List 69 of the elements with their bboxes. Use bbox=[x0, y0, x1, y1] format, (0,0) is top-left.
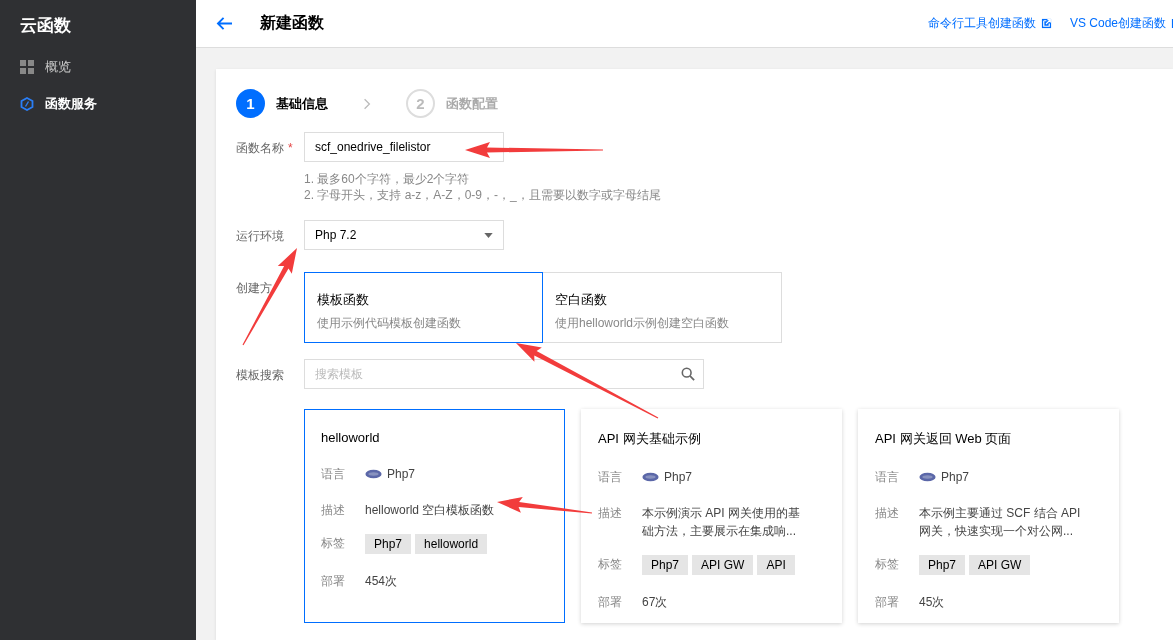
template-card[interactable]: API 网关基础示例 语言 Php7 描述 本示例演示 API 网关使用的基础方法，主要展示在集成响... 标签 Php7 API GW API 部署 67次 bbox=[581, 409, 842, 623]
option-description: 使用示例代码模板创建函数 bbox=[317, 315, 462, 332]
function-name-field[interactable]: scf_onedrive_filelistor bbox=[304, 132, 504, 162]
option-description: 使用helloworld示例创建空白函数 bbox=[555, 315, 731, 332]
page-title: 新建函数 bbox=[260, 13, 324, 33]
field-label: 模板搜索 bbox=[236, 368, 284, 382]
language-value: Php7 bbox=[387, 466, 416, 483]
field-label: 语言 bbox=[598, 469, 623, 486]
step-number: 2 bbox=[406, 89, 435, 118]
sidebar-item[interactable]: 函数服务 bbox=[0, 85, 196, 122]
field-label: 描述 bbox=[321, 502, 346, 519]
template-description: 本示例主要通过 SCF 结合 API 网关，快速实现一个对公网... bbox=[919, 505, 1082, 540]
field-label: 运行环境 bbox=[236, 229, 284, 243]
hint-text: 1. 最多60个字符，最少2个字符 bbox=[304, 171, 471, 187]
creation-option[interactable]: 模板函数 使用示例代码模板创建函数 bbox=[304, 272, 543, 343]
hint-text: 2. 字母开头，支持 a-z，A-Z，0-9，-，_，且需要以数字或字母结尾 bbox=[304, 187, 661, 203]
creation-option[interactable]: 空白函数 使用helloworld示例创建空白函数 bbox=[543, 272, 782, 343]
field-label: 标签 bbox=[321, 535, 346, 552]
option-title: 空白函数 bbox=[555, 291, 608, 309]
php-logo-icon bbox=[365, 469, 382, 479]
template-title: API 网关基础示例 bbox=[598, 430, 702, 448]
template-title: helloworld bbox=[321, 430, 381, 445]
required-mark: * bbox=[288, 141, 293, 155]
grid-icon bbox=[20, 59, 34, 74]
field-label: 标签 bbox=[598, 556, 623, 573]
template-description: helloworld 空白模板函数 bbox=[365, 502, 496, 519]
field-label: 创建方 bbox=[236, 281, 272, 295]
tag: API bbox=[757, 555, 795, 575]
field-label: 语言 bbox=[875, 469, 900, 486]
tag: API GW bbox=[692, 555, 754, 575]
back-arrow-icon[interactable] bbox=[216, 16, 233, 31]
external-link-icon bbox=[1040, 18, 1052, 29]
template-description: 本示例演示 API 网关使用的基础方法，主要展示在集成响... bbox=[642, 505, 801, 540]
step-number: 1 bbox=[236, 89, 265, 118]
tag: Php7 bbox=[919, 555, 966, 575]
deploy-count: 454次 bbox=[365, 573, 398, 590]
app-title: 云函数 bbox=[19, 15, 72, 37]
template-card[interactable]: API 网关返回 Web 页面 语言 Php7 描述 本示例主要通过 SCF 结合 API 网关，快速实现一个对公网... 标签 Php7 API GW 部署 45次 bbox=[858, 409, 1119, 623]
caret-icon bbox=[484, 232, 493, 238]
external-link[interactable]: VS Code创建函数 bbox=[1069, 15, 1173, 32]
chevron-icon bbox=[363, 96, 371, 111]
step-label: 基础信息 bbox=[276, 94, 328, 113]
runtime-dropdown[interactable]: Php 7.2 bbox=[304, 220, 504, 250]
deploy-count: 45次 bbox=[919, 594, 945, 611]
template-title: API 网关返回 Web 页面 bbox=[875, 430, 1013, 448]
field-label: 语言 bbox=[321, 466, 346, 483]
external-link[interactable]: 命令行工具创建函数 bbox=[927, 15, 1052, 32]
step-label: 函数配置 bbox=[446, 94, 498, 113]
template-search-field[interactable]: 搜索模板 bbox=[304, 359, 704, 389]
php-logo-icon bbox=[642, 472, 659, 482]
language-value: Php7 bbox=[664, 469, 693, 486]
field-label: 描述 bbox=[598, 505, 623, 522]
option-title: 模板函数 bbox=[317, 291, 370, 309]
tag: helloworld bbox=[415, 534, 488, 554]
php-logo-icon bbox=[919, 472, 936, 482]
field-label: 标签 bbox=[875, 556, 900, 573]
search-icon[interactable] bbox=[681, 367, 695, 381]
tag: API GW bbox=[969, 555, 1031, 575]
field-label: 描述 bbox=[875, 505, 900, 522]
field-label: 部署 bbox=[321, 573, 346, 590]
tag: Php7 bbox=[365, 534, 412, 554]
language-value: Php7 bbox=[941, 469, 970, 486]
field-label: 部署 bbox=[875, 594, 900, 611]
deploy-count: 67次 bbox=[642, 594, 668, 611]
tag: Php7 bbox=[642, 555, 689, 575]
field-label: 部署 bbox=[598, 594, 623, 611]
sidebar-item[interactable]: 概览 bbox=[0, 48, 196, 85]
field-label: 函数名称 bbox=[236, 141, 284, 155]
hexagon-icon bbox=[20, 96, 34, 111]
